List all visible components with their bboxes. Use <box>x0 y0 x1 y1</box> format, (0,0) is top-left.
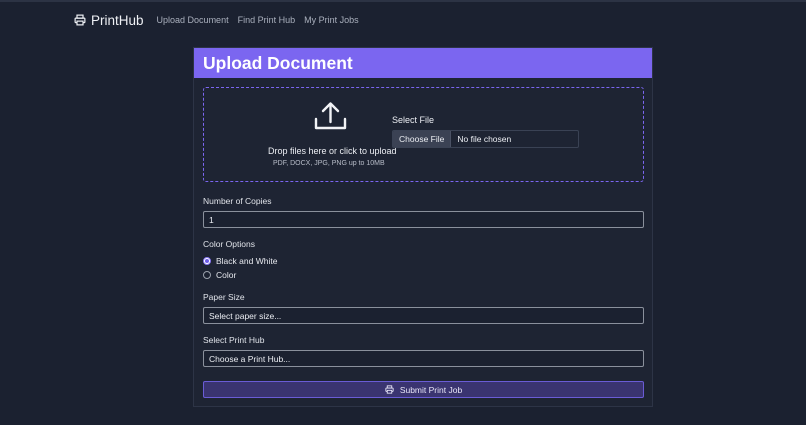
nav-upload-document[interactable]: Upload Document <box>157 15 229 25</box>
nav-my-print-jobs[interactable]: My Print Jobs <box>304 15 359 25</box>
copies-label: Number of Copies <box>203 196 272 206</box>
page-title: Upload Document <box>203 52 353 73</box>
radio-color[interactable]: Color <box>203 270 236 280</box>
printer-icon <box>385 385 394 394</box>
submit-print-job-button[interactable]: Submit Print Job <box>203 381 644 398</box>
radio-button[interactable] <box>203 271 211 279</box>
submit-label: Submit Print Job <box>399 384 463 395</box>
radio-label: Color <box>216 270 237 280</box>
upload-icon <box>314 102 347 130</box>
paper-size-select[interactable]: Select paper size... <box>203 307 644 324</box>
file-input[interactable]: Choose File No file chosen <box>392 130 579 148</box>
copies-input[interactable]: 1 <box>203 211 644 228</box>
choose-file-button[interactable]: Choose File <box>393 131 452 147</box>
print-hub-label: Select Print Hub <box>203 335 265 345</box>
card-header: Upload Document <box>194 48 652 78</box>
nav-find-print-hub[interactable]: Find Print Hub <box>238 15 296 25</box>
dropzone-hint: PDF, DOCX, JPG, PNG up to 10MB <box>273 160 385 167</box>
radio-button-checked[interactable] <box>203 257 211 265</box>
color-options-label: Color Options <box>203 239 255 249</box>
file-status-text: No file chosen <box>457 134 512 144</box>
upload-card: Upload Document Drop files here or click… <box>193 47 653 407</box>
radio-black-and-white[interactable]: Black and White <box>203 256 277 266</box>
file-dropzone[interactable]: Drop files here or click to upload PDF, … <box>203 87 644 182</box>
radio-label: Black and White <box>216 256 278 266</box>
navbar: PrintHub Upload Document Find Print Hub … <box>0 2 806 38</box>
paper-size-label: Paper Size <box>203 292 245 302</box>
dropzone-text: Drop files here or click to upload <box>268 146 397 156</box>
printer-icon <box>74 14 86 26</box>
select-file-label: Select File <box>392 115 435 125</box>
brand-link[interactable]: PrintHub <box>74 13 144 28</box>
brand-name: PrintHub <box>91 12 144 28</box>
print-hub-select[interactable]: Choose a Print Hub... <box>203 350 644 367</box>
